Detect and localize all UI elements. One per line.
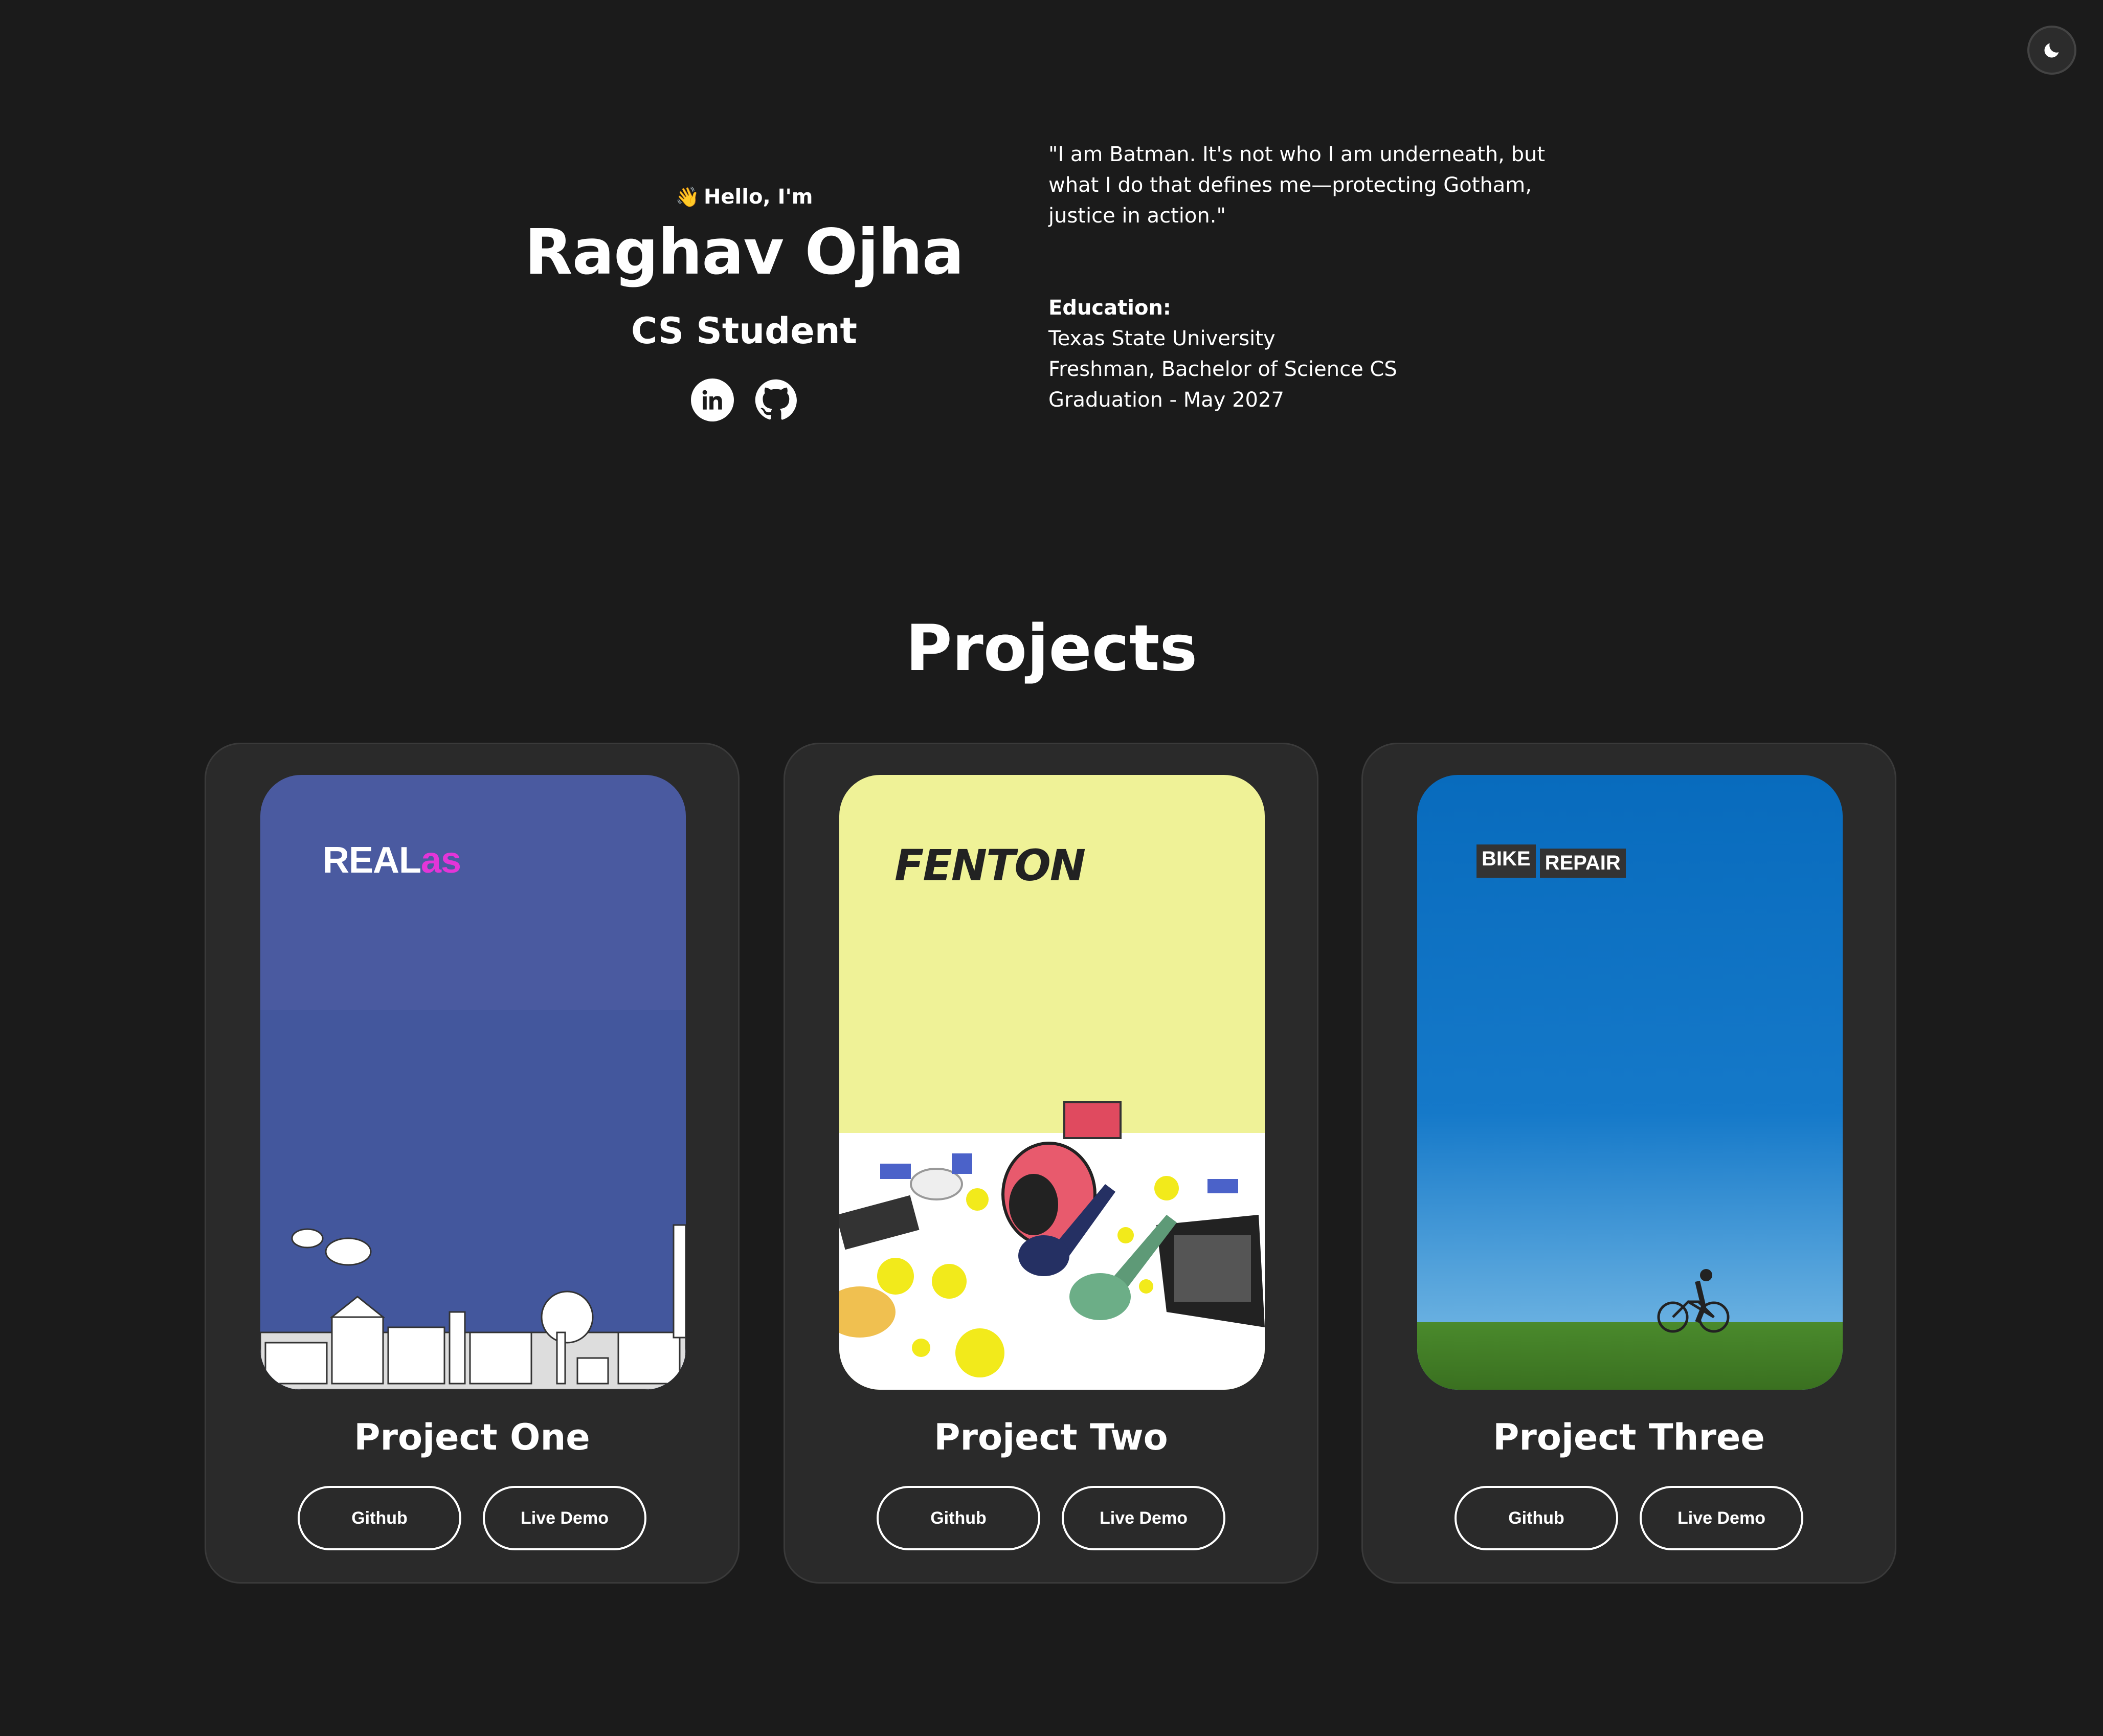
github-button[interactable]: Github	[298, 1486, 461, 1550]
project-card: FENTON Project Two Github Live Demo	[784, 743, 1318, 1584]
projects-heading: Projects	[905, 612, 1198, 685]
live-demo-button[interactable]: Live Demo	[483, 1486, 646, 1550]
linkedin-link[interactable]	[691, 379, 734, 421]
quote: "I am Batman. It's not who I am undernea…	[1048, 143, 1546, 228]
theme-toggle-button[interactable]	[2027, 26, 2076, 75]
project-actions: Github Live Demo	[785, 1486, 1317, 1550]
github-button[interactable]: Github	[877, 1486, 1040, 1550]
project-title: Project Three	[1493, 1416, 1765, 1458]
social-links	[691, 379, 797, 421]
project-title: Project Two	[934, 1416, 1168, 1458]
education-school: Texas State University	[1048, 327, 1276, 350]
github-link[interactable]	[754, 379, 797, 421]
hero-details: "I am Batman. It's not who I am undernea…	[1048, 139, 1560, 415]
hero-name: Raghav Ojha	[524, 216, 964, 288]
education-title: Education:	[1048, 296, 1171, 320]
project-actions: Github Live Demo	[1363, 1486, 1895, 1550]
education-graduation: Graduation - May 2027	[1048, 388, 1284, 412]
live-demo-button[interactable]: Live Demo	[1640, 1486, 1803, 1550]
live-demo-button[interactable]: Live Demo	[1062, 1486, 1225, 1550]
greeting: 👋 Hello, I'm	[676, 185, 813, 209]
greeting-text: Hello, I'm	[703, 185, 813, 209]
education-degree: Freshman, Bachelor of Science CS	[1048, 358, 1397, 381]
project-title: Project One	[354, 1416, 590, 1458]
github-button[interactable]: Github	[1455, 1486, 1618, 1550]
moon-icon	[2044, 43, 2059, 58]
city-skyline-illustration	[260, 1224, 686, 1390]
cyclist-illustration	[1657, 1269, 1730, 1333]
hero-intro: 👋 Hello, I'm Raghav Ojha CS Student	[511, 185, 977, 421]
instruments-illustration	[839, 1101, 1265, 1377]
linkedin-icon	[702, 390, 722, 410]
project-card: REALas Project One Github Live Demo	[205, 743, 740, 1584]
project-card: BIKE REPAIR Project Three Github Live De…	[1361, 743, 1896, 1584]
project-two-thumbnail[interactable]: FENTON	[839, 775, 1265, 1390]
waving-hand-icon: 👋	[675, 185, 700, 208]
project-actions: Github Live Demo	[206, 1486, 738, 1550]
project-one-thumbnail[interactable]: REALas	[260, 775, 686, 1390]
project-three-thumbnail[interactable]: BIKE REPAIR	[1417, 775, 1843, 1390]
github-icon	[755, 379, 797, 420]
hero-role: CS Student	[631, 310, 858, 352]
